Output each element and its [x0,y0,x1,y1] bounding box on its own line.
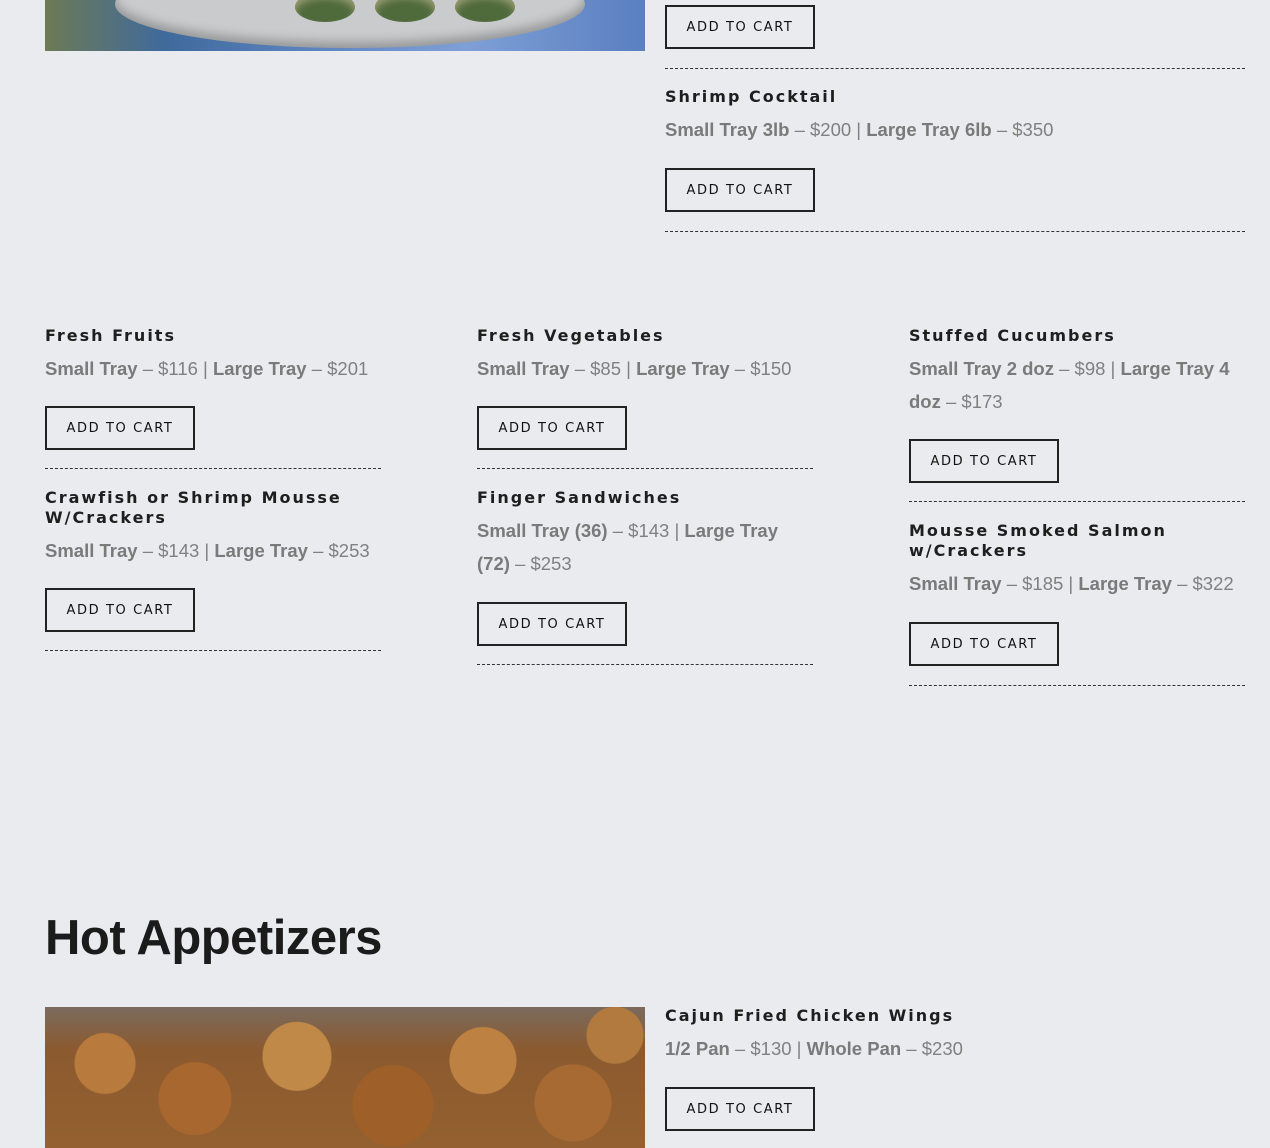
divider [665,231,1245,232]
divider [45,468,381,469]
item-name: Mousse Smoked Salmon w/Crackers [909,521,1167,560]
menu-item-fresh-fruits: Fresh Fruits Small Tray – $116 | Large T… [45,326,381,385]
add-to-cart-button[interactable]: ADD TO CART [665,1087,815,1131]
divider [909,501,1245,502]
add-to-cart-button[interactable]: ADD TO CART [909,622,1059,666]
divider [45,650,381,651]
item-name: Fresh Fruits [45,326,176,345]
add-to-cart-button[interactable]: ADD TO CART [45,406,195,450]
add-to-cart-button[interactable]: ADD TO CART [45,588,195,632]
menu-item-finger-sandwiches: Finger Sandwiches Small Tray (36) – $143… [477,488,813,580]
item-prices: 1/2 Pan – $130 | Whole Pan – $230 [665,1038,963,1059]
item-prices: Small Tray (36) – $143 | Large Tray (72)… [477,520,778,574]
item-prices: Small Tray – $85 | Large Tray – $150 [477,358,792,379]
item-name: Crawfish or Shrimp Mousse W/Crackers [45,488,342,527]
add-to-cart-button[interactable]: ADD TO CART [477,406,627,450]
item-prices: Small Tray – $143 | Large Tray – $253 [45,540,370,561]
item-prices: Small Tray – $116 | Large Tray – $201 [45,358,369,379]
item-name: Finger Sandwiches [477,488,682,507]
item-prices: Small Tray 3lb – $200 | Large Tray 6lb –… [665,119,1054,140]
menu-item-fresh-vegetables: Fresh Vegetables Small Tray – $85 | Larg… [477,326,813,385]
divider [909,685,1245,686]
divider [665,68,1245,69]
section-title: Hot Appetizers [45,911,382,965]
add-to-cart-button[interactable]: ADD TO CART [665,5,815,49]
menu-item-cajun-fried-chicken-wings: Cajun Fried Chicken Wings 1/2 Pan – $130… [665,1006,1245,1065]
item-name: Cajun Fried Chicken Wings [665,1006,955,1025]
appetizer-photo [45,0,645,51]
divider [477,664,813,665]
item-name: Fresh Vegetables [477,326,665,345]
add-to-cart-button[interactable]: ADD TO CART [665,168,815,212]
menu-item-stuffed-cucumbers: Stuffed Cucumbers Small Tray 2 doz – $98… [909,326,1245,418]
item-name: Shrimp Cocktail [665,87,838,106]
add-to-cart-button[interactable]: ADD TO CART [909,439,1059,483]
add-to-cart-button[interactable]: ADD TO CART [477,602,627,646]
menu-item-crawfish-mousse: Crawfish or Shrimp Mousse W/Crackers Sma… [45,488,381,567]
divider [477,468,813,469]
menu-item-shrimp-cocktail: Shrimp Cocktail Small Tray 3lb – $200 | … [665,87,1245,146]
item-name: Stuffed Cucumbers [909,326,1116,345]
chicken-wings-photo [45,1007,645,1148]
item-prices: Small Tray 2 doz – $98 | Large Tray 4 do… [909,358,1230,412]
menu-item-mousse-smoked-salmon: Mousse Smoked Salmon w/Crackers Small Tr… [909,521,1245,600]
item-prices: Small Tray – $185 | Large Tray – $322 [909,573,1234,594]
